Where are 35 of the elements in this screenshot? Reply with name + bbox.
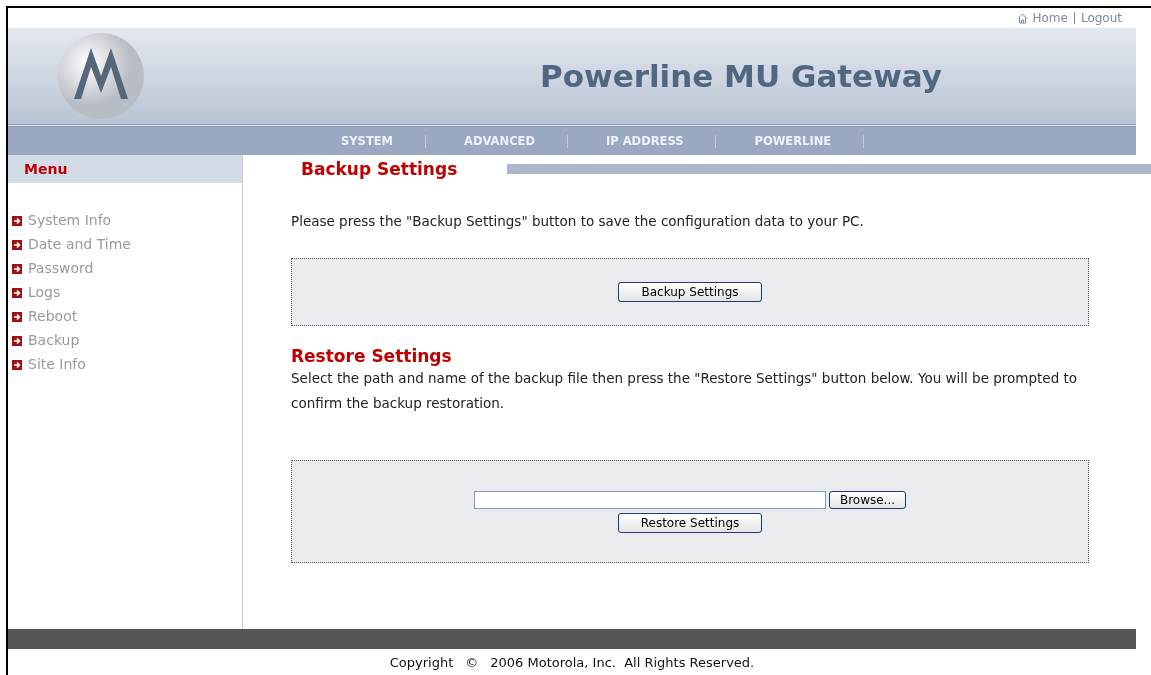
menu-link[interactable]: Date and Time <box>12 235 242 254</box>
house-icon <box>1017 12 1029 24</box>
menu-link[interactable]: Backup <box>12 331 242 350</box>
menu-link[interactable]: Password <box>12 259 242 278</box>
menu-link[interactable]: Logs <box>12 283 242 302</box>
backup-instructions: Please press the "Backup Settings" button to save the configuration data to your PC. <box>291 212 865 231</box>
section-title: Backup Settings <box>301 159 458 179</box>
logout-link[interactable]: Logout <box>1080 11 1122 25</box>
arrow-icon <box>12 359 22 370</box>
arrow-icon <box>12 335 22 346</box>
file-input-field[interactable] <box>473 490 826 509</box>
nav-link[interactable]: ADVANCED <box>426 134 568 148</box>
menu-link[interactable]: Reboot <box>12 307 242 326</box>
logo-icon <box>56 31 146 121</box>
backup-button[interactable]: Backup Settings <box>618 282 762 302</box>
arrow-icon <box>12 239 22 250</box>
browse-button[interactable]: Browse... <box>828 490 907 509</box>
menu-link[interactable]: Site Info <box>12 355 242 374</box>
arrow-icon <box>12 311 22 322</box>
menu-link[interactable]: System Info <box>12 211 242 230</box>
page-title: Powerline MU Gateway <box>539 58 943 94</box>
copyright-text: 2006 Motorola, Inc. All Rights Reserved. <box>490 654 755 670</box>
arrow-icon <box>12 263 22 274</box>
arrow-icon <box>12 287 22 298</box>
copyright-text: © <box>465 654 479 670</box>
nav-link[interactable]: POWERLINE <box>716 134 865 148</box>
menu-heading: Menu <box>8 155 242 183</box>
restore-instructions: Select the path and name of the backup file then press the "Restore Settings" button below. You will be prompted to confirm the backup restoration. <box>291 369 1079 413</box>
copyright-text: Copyright <box>389 654 454 670</box>
arrow-icon <box>12 215 22 226</box>
nav-link[interactable]: IP ADDRESS <box>568 134 717 148</box>
section-title: Restore Settings <box>291 346 453 366</box>
home-link[interactable]: Home <box>1017 11 1068 25</box>
restore-button[interactable]: Restore Settings <box>617 512 763 533</box>
nav-link[interactable]: SYSTEM <box>303 134 427 148</box>
